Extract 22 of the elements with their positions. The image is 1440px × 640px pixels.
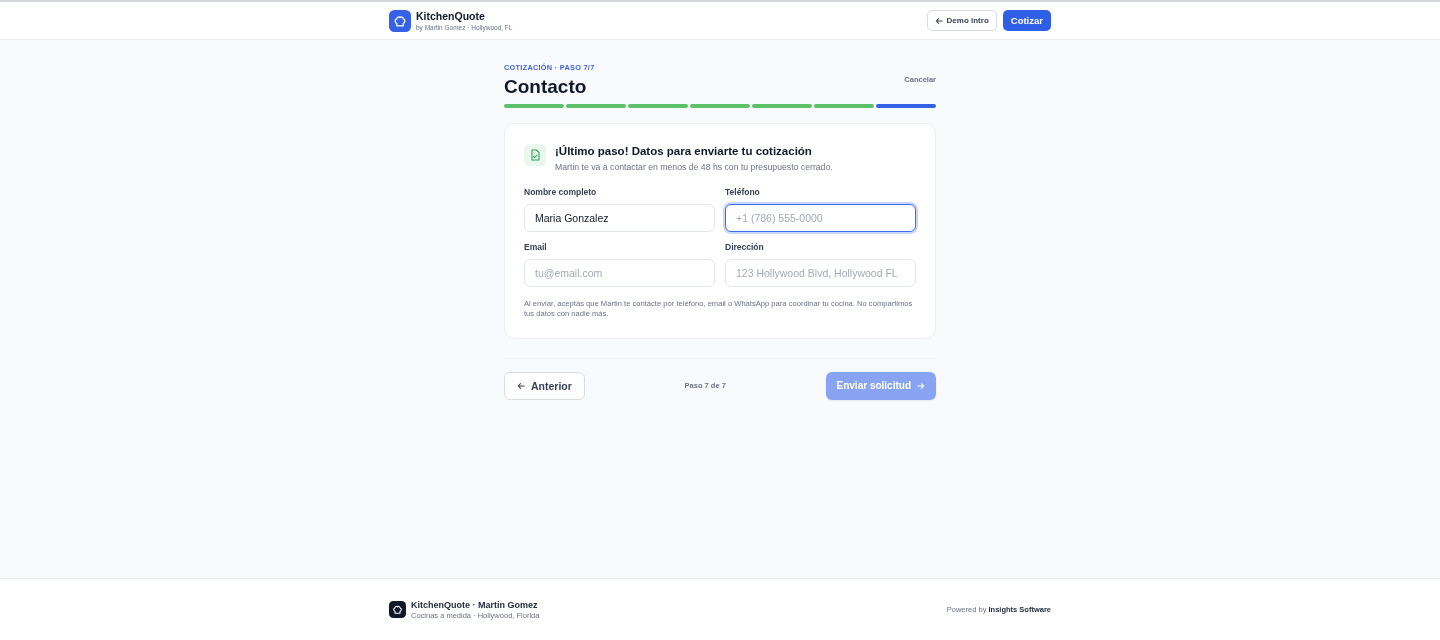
chef-hat-icon bbox=[389, 601, 406, 618]
name-label: Nombre completo bbox=[524, 186, 598, 198]
name-field[interactable]: Maria Gonzalez bbox=[524, 203, 715, 232]
card-subtitle: Martin te va a contactar en menos de 48 hs con tu presupuesto cerrado. bbox=[555, 160, 833, 173]
back-button[interactable]: Anterior bbox=[504, 371, 585, 400]
arrow-left-icon bbox=[517, 381, 525, 390]
quote-button[interactable]: Cotizar bbox=[1002, 10, 1051, 31]
phone-field[interactable]: +1 (786) 555-0000 bbox=[725, 203, 916, 232]
arrow-left-icon bbox=[934, 16, 943, 25]
address-label: Dirección bbox=[725, 241, 765, 253]
address-field[interactable]: 123 Hollywood Blvd, Hollywood FL bbox=[725, 258, 916, 287]
card-title: ¡Último paso! Datos para enviarte tu cotización bbox=[555, 143, 813, 159]
brand-name: KitchenQuote bbox=[416, 9, 486, 23]
email-label: Email bbox=[524, 241, 548, 253]
page-title: Contacto bbox=[504, 75, 588, 99]
document-check-icon bbox=[524, 143, 546, 166]
footer-brand: KitchenQuote · Martin Gomez bbox=[411, 598, 539, 611]
chef-hat-icon bbox=[389, 9, 411, 32]
phone-label: Teléfono bbox=[725, 186, 761, 198]
demo-intro-button[interactable]: Demo intro bbox=[926, 10, 997, 31]
email-field[interactable]: tu@email.com bbox=[524, 258, 715, 287]
arrow-right-icon bbox=[917, 381, 925, 390]
